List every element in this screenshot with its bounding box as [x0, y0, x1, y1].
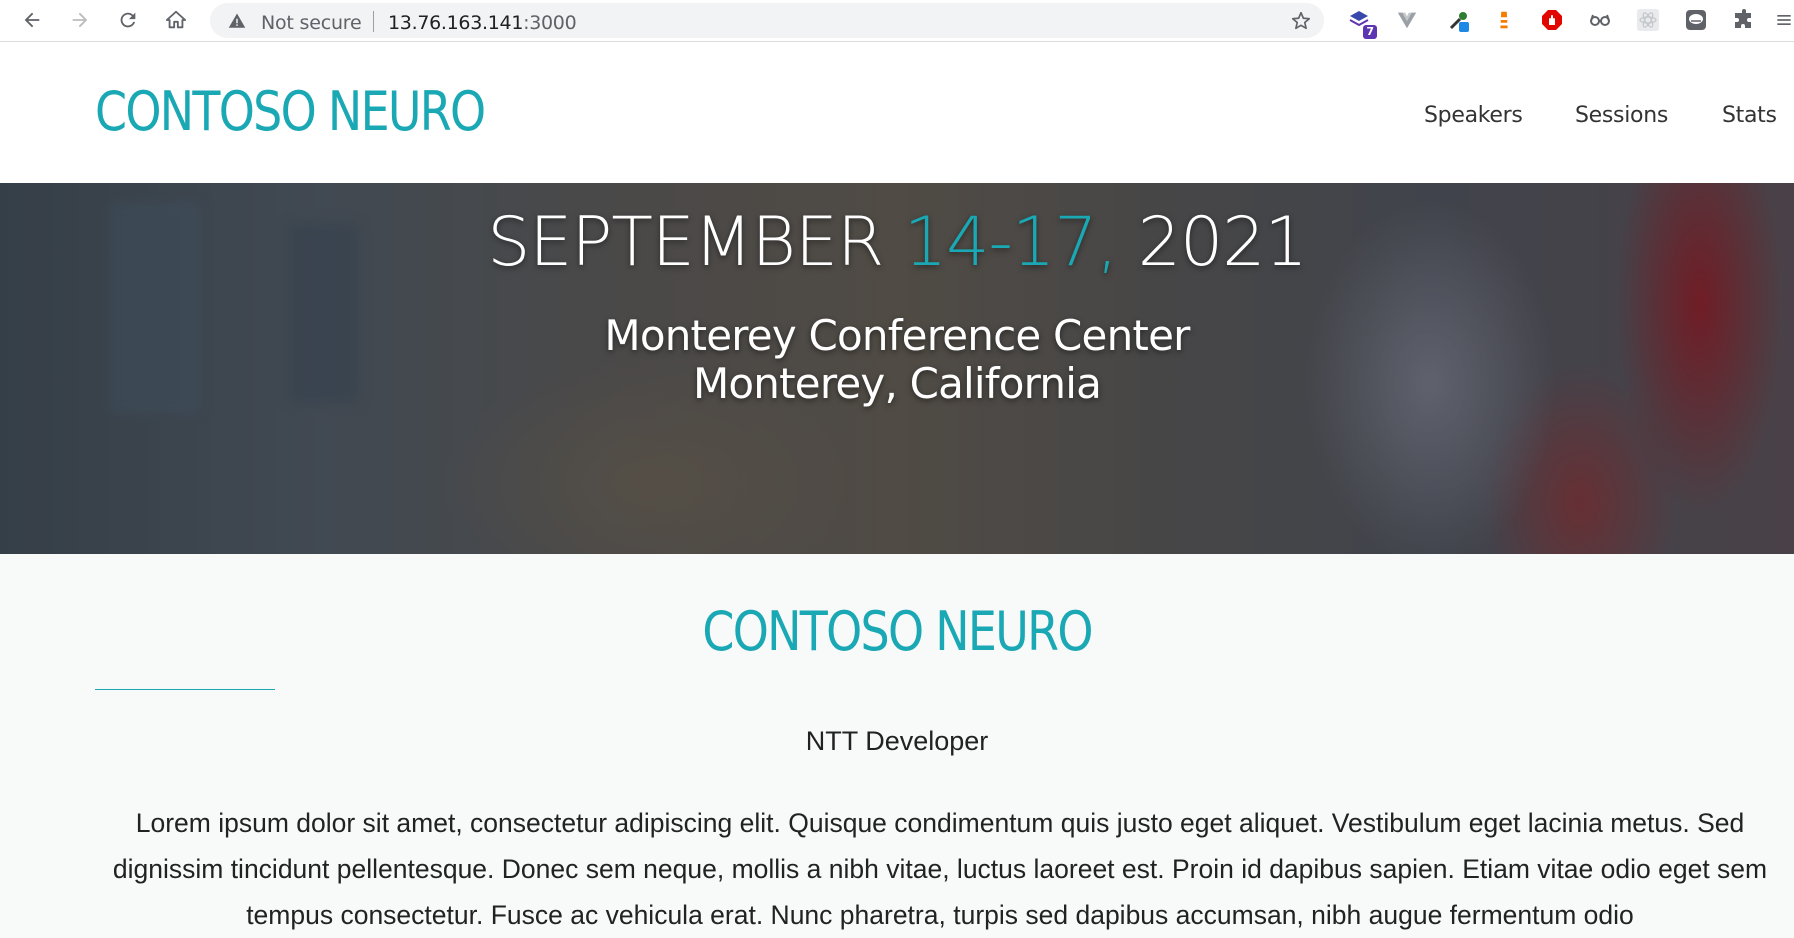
event-date-month: SEPTEMBER	[487, 203, 884, 282]
section-divider	[95, 689, 275, 690]
event-date-year: 2021	[1137, 203, 1308, 282]
warning-icon	[228, 13, 246, 28]
event-date: SEPTEMBER 14-17, 2021	[0, 203, 1794, 282]
event-date-days: 14-17,	[903, 203, 1118, 282]
url-host: 13.76.163.141	[388, 12, 524, 34]
section-subtitle: NTT Developer	[805, 726, 989, 756]
reload-button[interactable]	[112, 4, 144, 36]
extension-badge: 7	[1363, 25, 1377, 39]
nav-speakers[interactable]: Speakers	[1424, 103, 1523, 128]
omnibox-separator	[373, 11, 374, 32]
site-header: CONTOSO NEURO Speakers Sessions Stats	[0, 42, 1794, 183]
menu-icon[interactable]	[1774, 6, 1794, 34]
extension-stack-icon[interactable]: 7	[1345, 6, 1377, 39]
arrow-left-icon	[24, 12, 40, 28]
security-label[interactable]: Not secure	[261, 12, 362, 34]
url-port: :3000	[523, 12, 577, 34]
venue-name: Monterey Conference Center	[604, 311, 1190, 360]
arrow-right-icon	[72, 12, 88, 28]
hero-banner: SEPTEMBER 14-17, 2021 Monterey Conferenc…	[0, 183, 1794, 554]
home-button[interactable]	[160, 4, 192, 36]
home-icon	[165, 10, 187, 29]
address-bar[interactable]: Not secure 13.76.163.141:3000	[210, 3, 1324, 38]
section-logo: CONTOSO NEURO	[0, 600, 1794, 663]
nav-stats[interactable]: Stats	[1722, 103, 1777, 128]
react-devtools-icon[interactable]	[1634, 6, 1662, 34]
forward-button[interactable]	[64, 4, 96, 36]
adblock-icon[interactable]	[1538, 6, 1566, 34]
glasses-icon[interactable]	[1586, 6, 1614, 34]
url-text[interactable]: 13.76.163.141:3000	[388, 12, 577, 34]
reload-icon	[120, 12, 136, 28]
bookmark-star-icon[interactable]	[1290, 10, 1312, 32]
venue-city: Monterey, California	[692, 359, 1102, 408]
color-picker-icon[interactable]	[1445, 6, 1473, 34]
back-button[interactable]	[16, 4, 48, 36]
section-logo-text: CONTOSO NEURO	[702, 600, 1093, 663]
extensions-puzzle-icon[interactable]	[1730, 6, 1758, 34]
lighthouse-icon[interactable]	[1490, 6, 1518, 34]
browser-toolbar: Not secure 13.76.163.141:3000 7	[0, 0, 1794, 42]
vue-devtools-icon[interactable]	[1393, 6, 1421, 34]
intro-paragraph: Lorem ipsum dolor sit amet, consectetur …	[112, 808, 1768, 930]
chat-extension-icon[interactable]	[1682, 6, 1710, 34]
site-logo[interactable]: CONTOSO NEURO	[95, 80, 486, 143]
nav-sessions[interactable]: Sessions	[1575, 103, 1668, 128]
